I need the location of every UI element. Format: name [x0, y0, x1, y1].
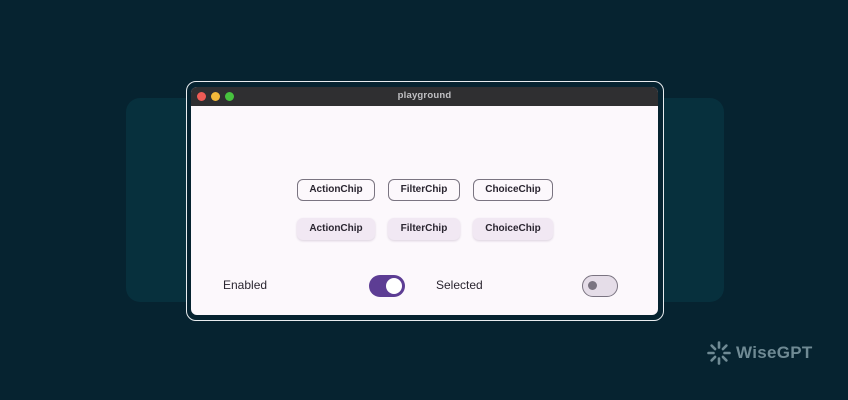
action-chip-filled[interactable]: ActionChip: [297, 218, 375, 240]
playground-window: playground ActionChip FilterChip ChoiceC…: [191, 87, 658, 315]
choice-chip-filled[interactable]: ChoiceChip: [473, 218, 553, 240]
window-title: playground: [397, 90, 452, 101]
enabled-switch[interactable]: [369, 275, 405, 297]
selected-switch[interactable]: [582, 275, 618, 297]
wisegpt-logo-icon: [707, 341, 731, 365]
selected-label: Selected: [436, 278, 483, 292]
brand-name: WiseGPT: [736, 343, 813, 362]
choice-chip-outlined[interactable]: ChoiceChip: [473, 179, 553, 201]
switch-knob: [588, 281, 597, 290]
enabled-label: Enabled: [223, 278, 268, 292]
filter-chip-filled[interactable]: FilterChip: [388, 218, 460, 240]
action-chip-outlined[interactable]: ActionChip: [297, 179, 375, 201]
switch-knob: [386, 278, 402, 294]
window-titlebar[interactable]: playground: [191, 87, 658, 106]
filter-chip-outlined[interactable]: FilterChip: [388, 179, 460, 201]
brand-watermark: WiseGPT: [706, 339, 813, 367]
